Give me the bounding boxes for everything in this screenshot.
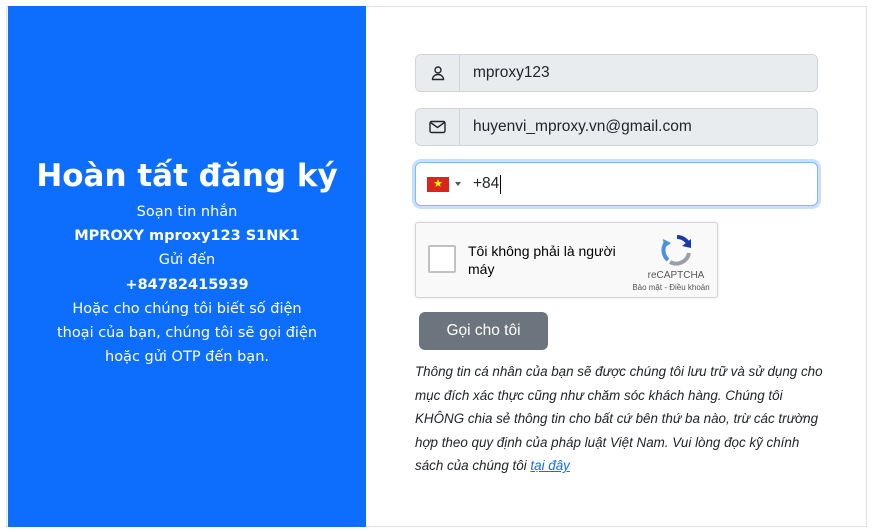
target-phone: +84782415939 (125, 276, 249, 293)
instruction-line: Gửi đến (158, 252, 216, 269)
instruction-line: Hoặc cho chúng tôi biết số điện (72, 300, 302, 317)
email-field: huyenvi_mproxy.vn@gmail.com (415, 108, 818, 146)
instruction-line: thoại của bạn, chúng tôi sẽ gọi điện (56, 325, 318, 342)
vietnam-flag-icon[interactable]: ★ (427, 176, 449, 192)
phone-input[interactable]: +84 (473, 174, 502, 194)
username-input[interactable]: mproxy123 (460, 55, 817, 91)
envelope-icon (416, 109, 460, 145)
sms-content: MPROXY mproxy123 S1NK1 (74, 228, 300, 245)
user-icon (416, 55, 460, 91)
email-input[interactable]: huyenvi_mproxy.vn@gmail.com (460, 109, 817, 145)
phone-field[interactable]: ★ +84 (415, 162, 818, 206)
instruction-line: Soạn tin nhắn (136, 204, 238, 220)
recaptcha-logo-icon (661, 235, 691, 266)
recaptcha-widget: Tôi không phải là người máy reCAPTCHA Bả… (415, 222, 718, 298)
recaptcha-links[interactable]: Bảo mật - Điều khoản (616, 283, 726, 292)
username-field: mproxy123 (415, 54, 818, 92)
recaptcha-checkbox[interactable] (428, 245, 456, 273)
call-me-button[interactable]: Gọi cho tôi (419, 312, 548, 350)
recaptcha-label: Tôi không phải là người máy (468, 243, 616, 277)
instructions: Soạn tin nhắn MPROXY mproxy123 S1NK1 Gửi… (8, 200, 366, 369)
info-panel: Hoàn tất đăng ký Soạn tin nhắn MPROXY mp… (8, 6, 366, 527)
privacy-note: Thông tin cá nhân của bạn sẽ được chúng … (415, 360, 825, 478)
page-title: Hoàn tất đăng ký (36, 158, 338, 194)
text-cursor (500, 174, 502, 194)
chevron-down-icon[interactable] (455, 182, 461, 186)
phone-value: +84 (473, 175, 500, 192)
privacy-text: Thông tin cá nhân của bạn sẽ được chúng … (415, 364, 823, 474)
instruction-line: hoặc gửi OTP đến bạn. (105, 349, 269, 366)
recaptcha-brand: reCAPTCHA (647, 270, 705, 281)
privacy-link[interactable]: tại đây (530, 458, 569, 473)
